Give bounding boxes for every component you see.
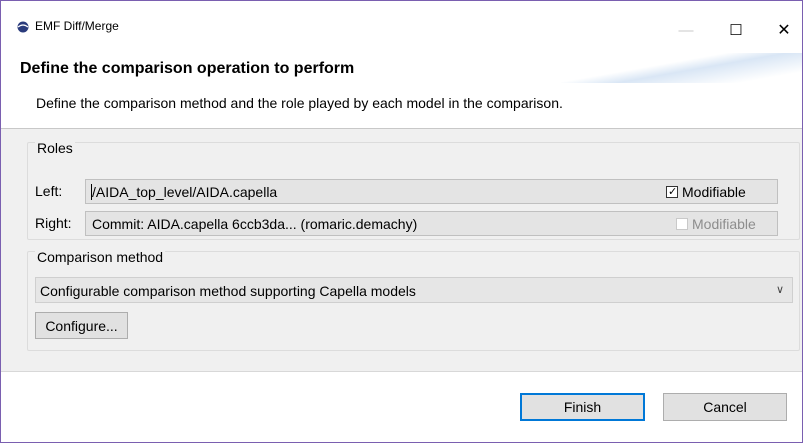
header-banner-graphic [561,53,802,83]
close-button[interactable]: ✕ [761,11,803,49]
right-model-field: Commit: AIDA.capella 6ccb3da... (romaric… [85,211,778,236]
right-modifiable-checkbox: Modifiable [676,216,756,232]
comparison-method-select[interactable]: Configurable comparison method supportin… [35,277,793,303]
left-modifiable-label: Modifiable [682,184,746,200]
left-role-label: Left: [35,183,63,199]
roles-group: Roles Left: /AIDA_top_level/AIDA.capella… [27,140,800,240]
finish-button[interactable]: Finish [520,393,645,421]
right-role-label: Right: [35,215,72,231]
left-modifiable-checkbox[interactable]: ✓ Modifiable [666,184,746,200]
maximize-button[interactable]: ☐ [713,11,759,49]
dialog-window: EMF Diff/Merge — ☐ ✕ Define the comparis… [0,0,803,443]
page-description: Define the comparison method and the rol… [36,95,563,111]
chevron-down-icon: ∨ [775,284,784,296]
footer-separator [1,371,802,372]
comparison-method-label: Comparison method [35,249,166,265]
right-model-description: Commit: AIDA.capella 6ccb3da... (romaric… [92,216,418,232]
left-model-field[interactable]: /AIDA_top_level/AIDA.capella ✓ Modifiabl… [85,179,778,204]
title-bar[interactable]: EMF Diff/Merge — ☐ ✕ [1,1,802,50]
content-panel: Roles Left: /AIDA_top_level/AIDA.capella… [1,129,802,371]
comparison-method-selected: Configurable comparison method supportin… [40,283,416,299]
checkbox-checked-icon: ✓ [666,186,678,198]
configure-button[interactable]: Configure... [35,312,128,339]
minimize-button[interactable]: — [663,11,709,49]
left-model-path: /AIDA_top_level/AIDA.capella [92,184,278,200]
window-title: EMF Diff/Merge [35,19,119,33]
checkbox-unchecked-icon [676,218,688,230]
page-title: Define the comparison operation to perfo… [20,60,355,77]
cancel-button[interactable]: Cancel [663,393,787,421]
right-modifiable-label: Modifiable [692,216,756,232]
emf-diffmerge-icon [17,21,29,33]
comparison-method-group: Comparison method Configurable compariso… [27,249,800,351]
roles-group-label: Roles [35,140,75,156]
